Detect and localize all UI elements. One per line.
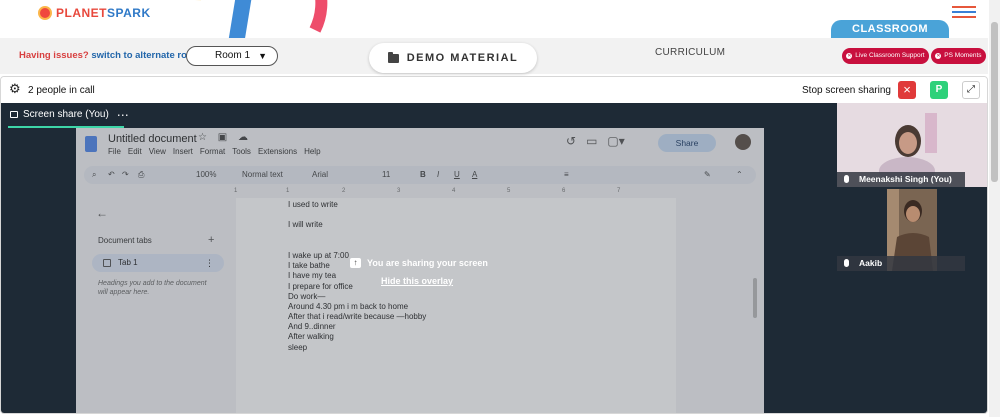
issues-question: Having issues? bbox=[19, 50, 89, 61]
sharing-overlay-text: You are sharing your screen bbox=[367, 258, 488, 268]
sharing-overlay: ↑ You are sharing your screen Hide this … bbox=[76, 128, 764, 413]
participant-name: Meenakshi Singh (You) bbox=[859, 174, 952, 184]
screen-share-stage: Screen share (You) ⋯ Untitled document ☆… bbox=[1, 103, 837, 413]
classroom-tab[interactable]: CLASSROOM bbox=[831, 20, 949, 38]
ps-moments-label: PS Moments bbox=[944, 52, 982, 59]
page-scrollbar[interactable] bbox=[989, 0, 1000, 417]
participant-tile[interactable]: Meenakshi Singh (You) bbox=[837, 103, 987, 187]
screen-share-tab[interactable]: Screen share (You) ⋯ bbox=[10, 109, 129, 121]
microphone-icon bbox=[844, 259, 849, 267]
issues-message: Having issues? switch to alternate room bbox=[19, 50, 201, 61]
participant-video-meenakshi bbox=[879, 113, 937, 179]
scrollbar-thumb[interactable] bbox=[991, 22, 998, 182]
curriculum-tab[interactable]: CURRICULUM bbox=[655, 47, 725, 58]
decorative-arc-graphic bbox=[195, 0, 328, 38]
ps-moments-button[interactable]: ✕ PS Moments bbox=[931, 48, 986, 64]
microphone-icon bbox=[844, 175, 849, 183]
stop-sharing-button[interactable]: × bbox=[898, 81, 916, 99]
participant-tile[interactable]: Aakib bbox=[837, 187, 987, 271]
share-screen-icon: ↑ bbox=[350, 258, 361, 268]
gear-icon[interactable]: ⚙ bbox=[9, 82, 21, 95]
shared-document: Untitled document ☆ ▣ ☁ File Edit View I… bbox=[76, 128, 764, 413]
monitor-icon bbox=[10, 111, 18, 118]
avatar[interactable]: P bbox=[930, 81, 948, 99]
close-circle-icon: ✕ bbox=[935, 53, 942, 59]
app-header: PLANETSPARK CLASSROOM bbox=[0, 0, 988, 38]
people-count: 2 people in call bbox=[28, 85, 95, 96]
room-select[interactable]: Room 1 ▼ bbox=[186, 46, 278, 66]
close-circle-icon: ✕ bbox=[846, 53, 853, 59]
participant-name: Aakib bbox=[859, 258, 883, 268]
participant-name-bar: Aakib bbox=[837, 256, 965, 271]
demo-material-label: DEMO MATERIAL bbox=[406, 52, 519, 64]
logo-text: PLANETSPARK bbox=[56, 6, 151, 20]
stop-sharing-label: Stop screen sharing bbox=[802, 85, 891, 96]
folder-icon bbox=[387, 51, 399, 63]
alternate-room-link[interactable]: switch to alternate room bbox=[91, 50, 201, 61]
screen-share-tab-label: Screen share (You) bbox=[23, 109, 109, 120]
hide-overlay-link[interactable]: Hide this overlay bbox=[381, 276, 453, 286]
logo-text-planet: PLANET bbox=[56, 6, 107, 20]
room-select-value: Room 1 bbox=[215, 50, 251, 61]
more-options-icon[interactable]: ⋯ bbox=[117, 109, 129, 121]
hamburger-icon[interactable] bbox=[952, 6, 976, 20]
logo-text-spark: SPARK bbox=[107, 6, 151, 20]
logo-mark-icon bbox=[38, 6, 52, 20]
fullscreen-icon[interactable]: ⤢ bbox=[962, 81, 980, 99]
demo-material-button[interactable]: DEMO MATERIAL bbox=[369, 43, 537, 73]
planetspark-logo[interactable]: PLANETSPARK bbox=[38, 6, 151, 20]
sharing-overlay-message: ↑ You are sharing your screen bbox=[350, 258, 488, 268]
participant-name-bar: Meenakshi Singh (You) bbox=[837, 172, 965, 187]
live-support-label: Live Classroom Support bbox=[855, 52, 925, 59]
caret-down-icon: ▼ bbox=[258, 51, 267, 61]
call-panel: ⚙ 2 people in call Stop screen sharing ×… bbox=[0, 76, 988, 414]
share-tab-bar: Screen share (You) ⋯ bbox=[1, 103, 837, 128]
participants-panel: Meenakshi Singh (You) Aakib bbox=[837, 103, 987, 413]
classroom-toolbar: Having issues? switch to alternate room … bbox=[0, 38, 988, 74]
live-support-button[interactable]: ✕ Live Classroom Support bbox=[842, 48, 929, 64]
call-bar: ⚙ 2 people in call Stop screen sharing ×… bbox=[1, 77, 987, 103]
